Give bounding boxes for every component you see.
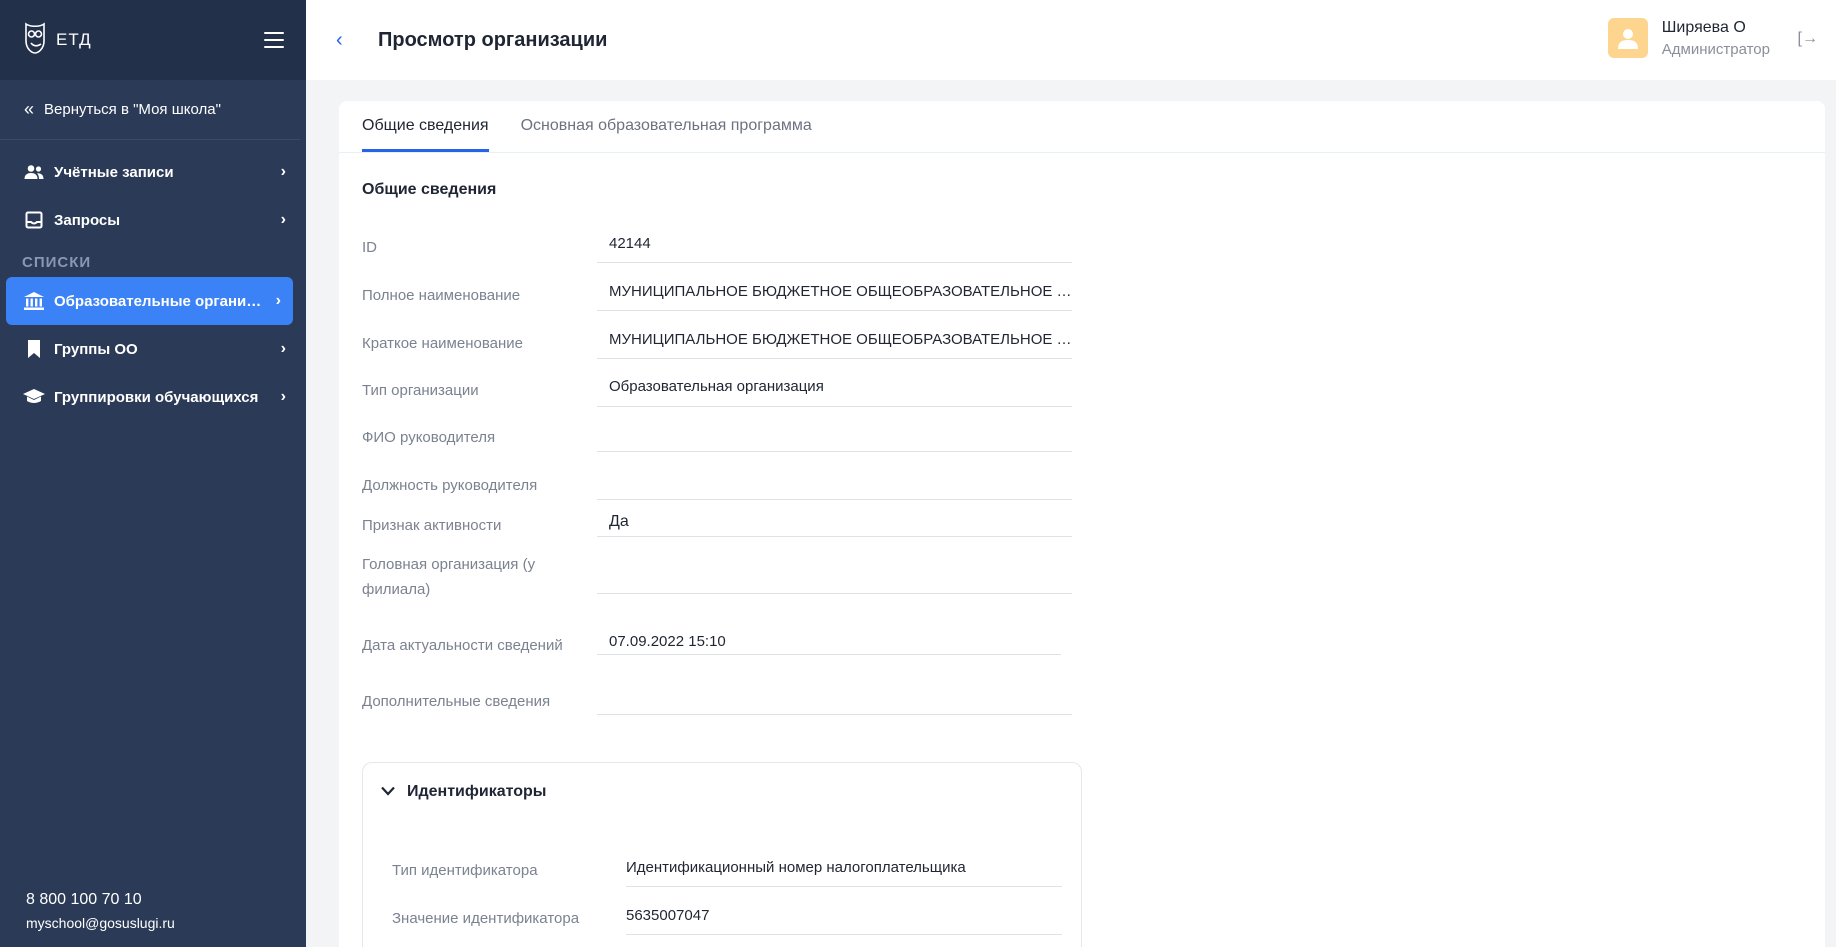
field-label: Краткое наименование [362, 335, 523, 352]
field-label: Должность руководителя [362, 477, 538, 494]
support-email[interactable]: myschool@gosuslugi.ru [26, 915, 175, 931]
chevron-down-icon [381, 783, 395, 801]
sidebar-nav: Учётные записи › Запросы › СПИСКИ Образо… [0, 140, 306, 421]
section-heading: Общие сведения [362, 181, 497, 198]
user-profile[interactable]: Ширяева О Администратор [1607, 18, 1770, 58]
institution-icon [22, 291, 46, 311]
sidebar-item-student-groupings[interactable]: Группировки обучающихся › [0, 373, 306, 421]
chevron-right-icon: › [280, 163, 286, 180]
field-value: 5635007047 [626, 906, 1062, 935]
field-label: Признак активности [362, 517, 502, 534]
field-value: МУНИЦИПАЛЬНОЕ БЮДЖЕТНОЕ ОБЩЕОБРАЗОВАТЕЛЬ… [597, 283, 1072, 311]
field-value: 42144 [597, 235, 1072, 263]
graduation-cap-icon [22, 387, 46, 407]
sidebar-footer: 8 800 100 70 10 myschool@gosuslugi.ru [26, 891, 175, 931]
sidebar-header: ЕТД [0, 0, 306, 80]
inbox-icon [22, 210, 46, 230]
sidebar-item-requests[interactable]: Запросы › [0, 196, 306, 244]
identifiers-heading: Идентификаторы [407, 783, 547, 800]
chevron-right-icon: › [280, 211, 286, 228]
sidebar: ЕТД « Вернуться в "Моя школа" Учётные за… [0, 0, 306, 947]
sidebar-item-label: Образовательные организа... [54, 292, 263, 310]
field-value: Идентификационный номер налогоплательщик… [626, 858, 1062, 887]
menu-toggle-icon[interactable] [264, 32, 284, 48]
field-label: ID [362, 239, 377, 256]
sidebar-item-label: Запросы [54, 211, 121, 229]
sidebar-item-accounts[interactable]: Учётные записи › [0, 148, 306, 196]
logout-icon[interactable]: [→ [1798, 30, 1818, 48]
support-phone[interactable]: 8 800 100 70 10 [26, 891, 175, 909]
identifiers-toggle[interactable]: Идентификаторы [381, 783, 546, 801]
tabs: Общие сведения Основная образовательная … [339, 101, 1825, 153]
user-name: Ширяева О [1661, 18, 1746, 36]
field-label: Дата актуальности сведений [362, 637, 563, 654]
chevron-right-icon: › [280, 340, 286, 357]
field-value: МУНИЦИПАЛЬНОЕ БЮДЖЕТНОЕ ОБЩЕОБРАЗОВАТЕЛЬ… [597, 331, 1072, 359]
field-value: Образовательная организация [597, 378, 1072, 407]
field-value [597, 689, 1072, 715]
back-arrow-icon[interactable]: ‹ [336, 29, 366, 52]
sidebar-item-organizations[interactable]: Образовательные организа... › [6, 277, 293, 325]
page-title: Просмотр организации [378, 28, 608, 51]
field-value: 07.09.2022 15:10 [597, 633, 1061, 655]
chevron-right-icon: › [280, 388, 286, 405]
field-value [597, 425, 1072, 452]
field-label: ФИО руководителя [362, 429, 496, 446]
back-to-school-label: Вернуться в "Моя школа" [44, 101, 221, 118]
field-label: Тип организации [362, 382, 479, 399]
sidebar-item-label: Группы ОО [54, 340, 138, 358]
tab-educational-program[interactable]: Основная образовательная программа [521, 101, 812, 152]
back-to-school-link[interactable]: « Вернуться в "Моя школа" [0, 80, 300, 140]
avatar [1607, 18, 1648, 58]
field-value [597, 552, 1072, 594]
field-value: Да [597, 513, 1072, 537]
logo[interactable]: ЕТД [22, 21, 92, 60]
chevron-right-icon: › [275, 292, 281, 309]
field-label: Дополнительные сведения [362, 693, 551, 710]
top-bar: ‹ Просмотр организации Ширяева О Админис… [306, 0, 1836, 80]
main-content: Общие сведения Основная образовательная … [339, 101, 1825, 947]
field-value [597, 473, 1072, 500]
bookmark-icon [22, 339, 46, 359]
logo-text: ЕТД [56, 30, 92, 49]
field-label: Головная организация (у филиала) [362, 556, 536, 598]
sidebar-item-label: Группировки обучающихся [54, 388, 259, 406]
field-label: Тип идентификатора [392, 862, 538, 879]
owl-logo-icon [22, 21, 48, 60]
sidebar-section-title: СПИСКИ [22, 254, 92, 271]
sidebar-item-oo-groups[interactable]: Группы ОО › [0, 325, 306, 373]
sidebar-item-label: Учётные записи [54, 163, 174, 181]
field-label: Значение идентификатора [392, 910, 580, 927]
field-label: Полное наименование [362, 287, 521, 304]
users-icon [22, 162, 46, 182]
identifiers-panel: Идентификаторы Тип идентификатора Иденти… [362, 762, 1082, 947]
user-role: Администратор [1661, 40, 1770, 58]
tab-general-info[interactable]: Общие сведения [362, 101, 489, 152]
double-chevron-left-icon: « [24, 99, 35, 119]
